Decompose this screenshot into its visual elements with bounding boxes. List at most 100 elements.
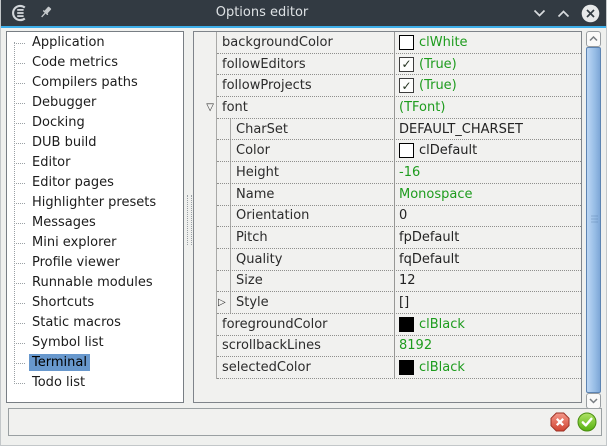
- property-row-charset[interactable]: CharSetDEFAULT_CHARSET: [194, 119, 581, 141]
- property-name[interactable]: Style: [231, 292, 395, 313]
- property-name[interactable]: Color: [231, 140, 395, 161]
- property-name[interactable]: Height: [231, 162, 395, 183]
- tree-item-docking[interactable]: Docking: [7, 113, 183, 133]
- property-name[interactable]: followEditors: [217, 54, 395, 75]
- tree-branch-line: [14, 203, 25, 204]
- property-value[interactable]: clWhite: [395, 35, 581, 50]
- tree-item-label: Shortcuts: [29, 294, 97, 311]
- tree-item-code-metrics[interactable]: Code metrics: [7, 53, 183, 73]
- value-text: 8192: [399, 338, 432, 353]
- collapse-icon[interactable]: ▽: [206, 103, 214, 113]
- property-name[interactable]: Quality: [231, 249, 395, 270]
- row-gutter: [194, 206, 217, 228]
- panel-splitter[interactable]: [185, 31, 193, 403]
- tree-item-symbol-list[interactable]: Symbol list: [7, 333, 183, 353]
- row-body: font(TFont): [217, 97, 581, 119]
- tree-item-messages[interactable]: Messages: [7, 213, 183, 233]
- property-name[interactable]: Size: [231, 271, 395, 292]
- tree-item-terminal[interactable]: Terminal: [7, 353, 183, 373]
- property-row-orientation[interactable]: Orientation0: [194, 206, 581, 228]
- checkbox[interactable]: ✓: [399, 57, 414, 72]
- grid-scrollbar[interactable]: [586, 31, 601, 409]
- property-name[interactable]: foregroundColor: [217, 314, 395, 335]
- property-name[interactable]: Orientation: [231, 206, 395, 227]
- tree-item-application[interactable]: Application: [7, 33, 183, 53]
- row-body: Size12: [217, 271, 581, 293]
- property-name[interactable]: Name: [231, 184, 395, 205]
- expand-icon[interactable]: ▷: [218, 298, 226, 308]
- property-name[interactable]: Pitch: [231, 227, 395, 248]
- cancel-button[interactable]: [550, 412, 570, 432]
- property-value[interactable]: clDefault: [395, 143, 581, 158]
- property-value[interactable]: 0: [395, 208, 581, 223]
- tree-item-highlighter-presets[interactable]: Highlighter presets: [7, 193, 183, 213]
- property-row-size[interactable]: Size12: [194, 271, 581, 293]
- property-name[interactable]: backgroundColor: [217, 32, 395, 53]
- property-value[interactable]: 8192: [395, 338, 581, 353]
- color-swatch[interactable]: [399, 143, 414, 158]
- tree-item-todo-list[interactable]: Todo list: [7, 373, 183, 393]
- property-value[interactable]: ✓(True): [395, 78, 581, 93]
- property-value[interactable]: Monospace: [395, 187, 581, 202]
- pin-icon[interactable]: [39, 5, 55, 21]
- property-row-backgroundcolor[interactable]: backgroundColorclWhite: [194, 32, 581, 54]
- property-name[interactable]: scrollbackLines: [217, 336, 395, 357]
- tree-item-mini-explorer[interactable]: Mini explorer: [7, 233, 183, 253]
- tree-item-label: Mini explorer: [29, 234, 120, 251]
- property-value[interactable]: 12: [395, 273, 581, 288]
- tree-item-debugger[interactable]: Debugger: [7, 93, 183, 113]
- row-body: Orientation0: [217, 206, 581, 228]
- row-body: CharSetDEFAULT_CHARSET: [217, 119, 581, 141]
- property-name[interactable]: font: [217, 97, 395, 118]
- property-name[interactable]: followProjects: [217, 75, 395, 96]
- property-row-followprojects[interactable]: followProjects✓(True): [194, 75, 581, 97]
- property-row-name[interactable]: NameMonospace: [194, 184, 581, 206]
- close-button[interactable]: [581, 4, 600, 23]
- tree-item-editor-pages[interactable]: Editor pages: [7, 173, 183, 193]
- property-value[interactable]: fpDefault: [395, 230, 581, 245]
- color-swatch[interactable]: [399, 317, 414, 332]
- scroll-up-button[interactable]: [586, 31, 601, 47]
- property-row-selectedcolor[interactable]: selectedColorclBlack: [194, 357, 581, 379]
- tree-item-compilers-paths[interactable]: Compilers paths: [7, 73, 183, 93]
- value-text: []: [399, 295, 409, 310]
- property-row-scrollbacklines[interactable]: scrollbackLines 8192: [194, 336, 581, 358]
- property-row-quality[interactable]: QualityfqDefault: [194, 249, 581, 271]
- property-name[interactable]: CharSet: [231, 119, 395, 140]
- scroll-down-button[interactable]: [586, 393, 601, 409]
- property-row-followeditors[interactable]: followEditors✓(True): [194, 54, 581, 76]
- property-value[interactable]: DEFAULT_CHARSET: [395, 122, 581, 137]
- tree-item-editor[interactable]: Editor: [7, 153, 183, 173]
- property-row-height[interactable]: Height -16: [194, 162, 581, 184]
- color-swatch[interactable]: [399, 360, 414, 375]
- row-body: foregroundColorclBlack: [217, 314, 581, 336]
- property-value[interactable]: []: [395, 295, 581, 310]
- property-row-font[interactable]: ▽font(TFont): [194, 97, 581, 119]
- property-name[interactable]: selectedColor: [217, 357, 395, 378]
- property-value[interactable]: clBlack: [395, 317, 581, 332]
- tree-item-shortcuts[interactable]: Shortcuts: [7, 293, 183, 313]
- property-value[interactable]: fqDefault: [395, 252, 581, 267]
- tree-item-profile-viewer[interactable]: Profile viewer: [7, 253, 183, 273]
- options-editor-window: Options editor ApplicationCode metricsCo…: [0, 0, 607, 446]
- checkbox[interactable]: ✓: [399, 78, 414, 93]
- minimize-button[interactable]: [533, 9, 546, 18]
- property-row-style[interactable]: ▷ Style []: [194, 292, 581, 314]
- property-value[interactable]: (TFont): [395, 100, 581, 115]
- color-swatch[interactable]: [399, 35, 414, 50]
- tree-item-runnable-modules[interactable]: Runnable modules: [7, 273, 183, 293]
- scrollbar-thumb[interactable]: [586, 47, 601, 393]
- maximize-button[interactable]: [557, 9, 570, 18]
- titlebar[interactable]: Options editor: [1, 0, 607, 26]
- tree-item-dub-build[interactable]: DUB build: [7, 133, 183, 153]
- tree-item-label: Runnable modules: [29, 274, 156, 291]
- property-row-foregroundcolor[interactable]: foregroundColorclBlack: [194, 314, 581, 336]
- property-row-color[interactable]: ColorclDefault: [194, 140, 581, 162]
- property-row-pitch[interactable]: PitchfpDefault: [194, 227, 581, 249]
- property-value[interactable]: clBlack: [395, 360, 581, 375]
- accept-button[interactable]: [577, 412, 597, 432]
- tree-item-static-macros[interactable]: Static macros: [7, 313, 183, 333]
- property-value[interactable]: -16: [395, 165, 581, 180]
- value-text: -16: [399, 165, 420, 180]
- property-value[interactable]: ✓(True): [395, 57, 581, 72]
